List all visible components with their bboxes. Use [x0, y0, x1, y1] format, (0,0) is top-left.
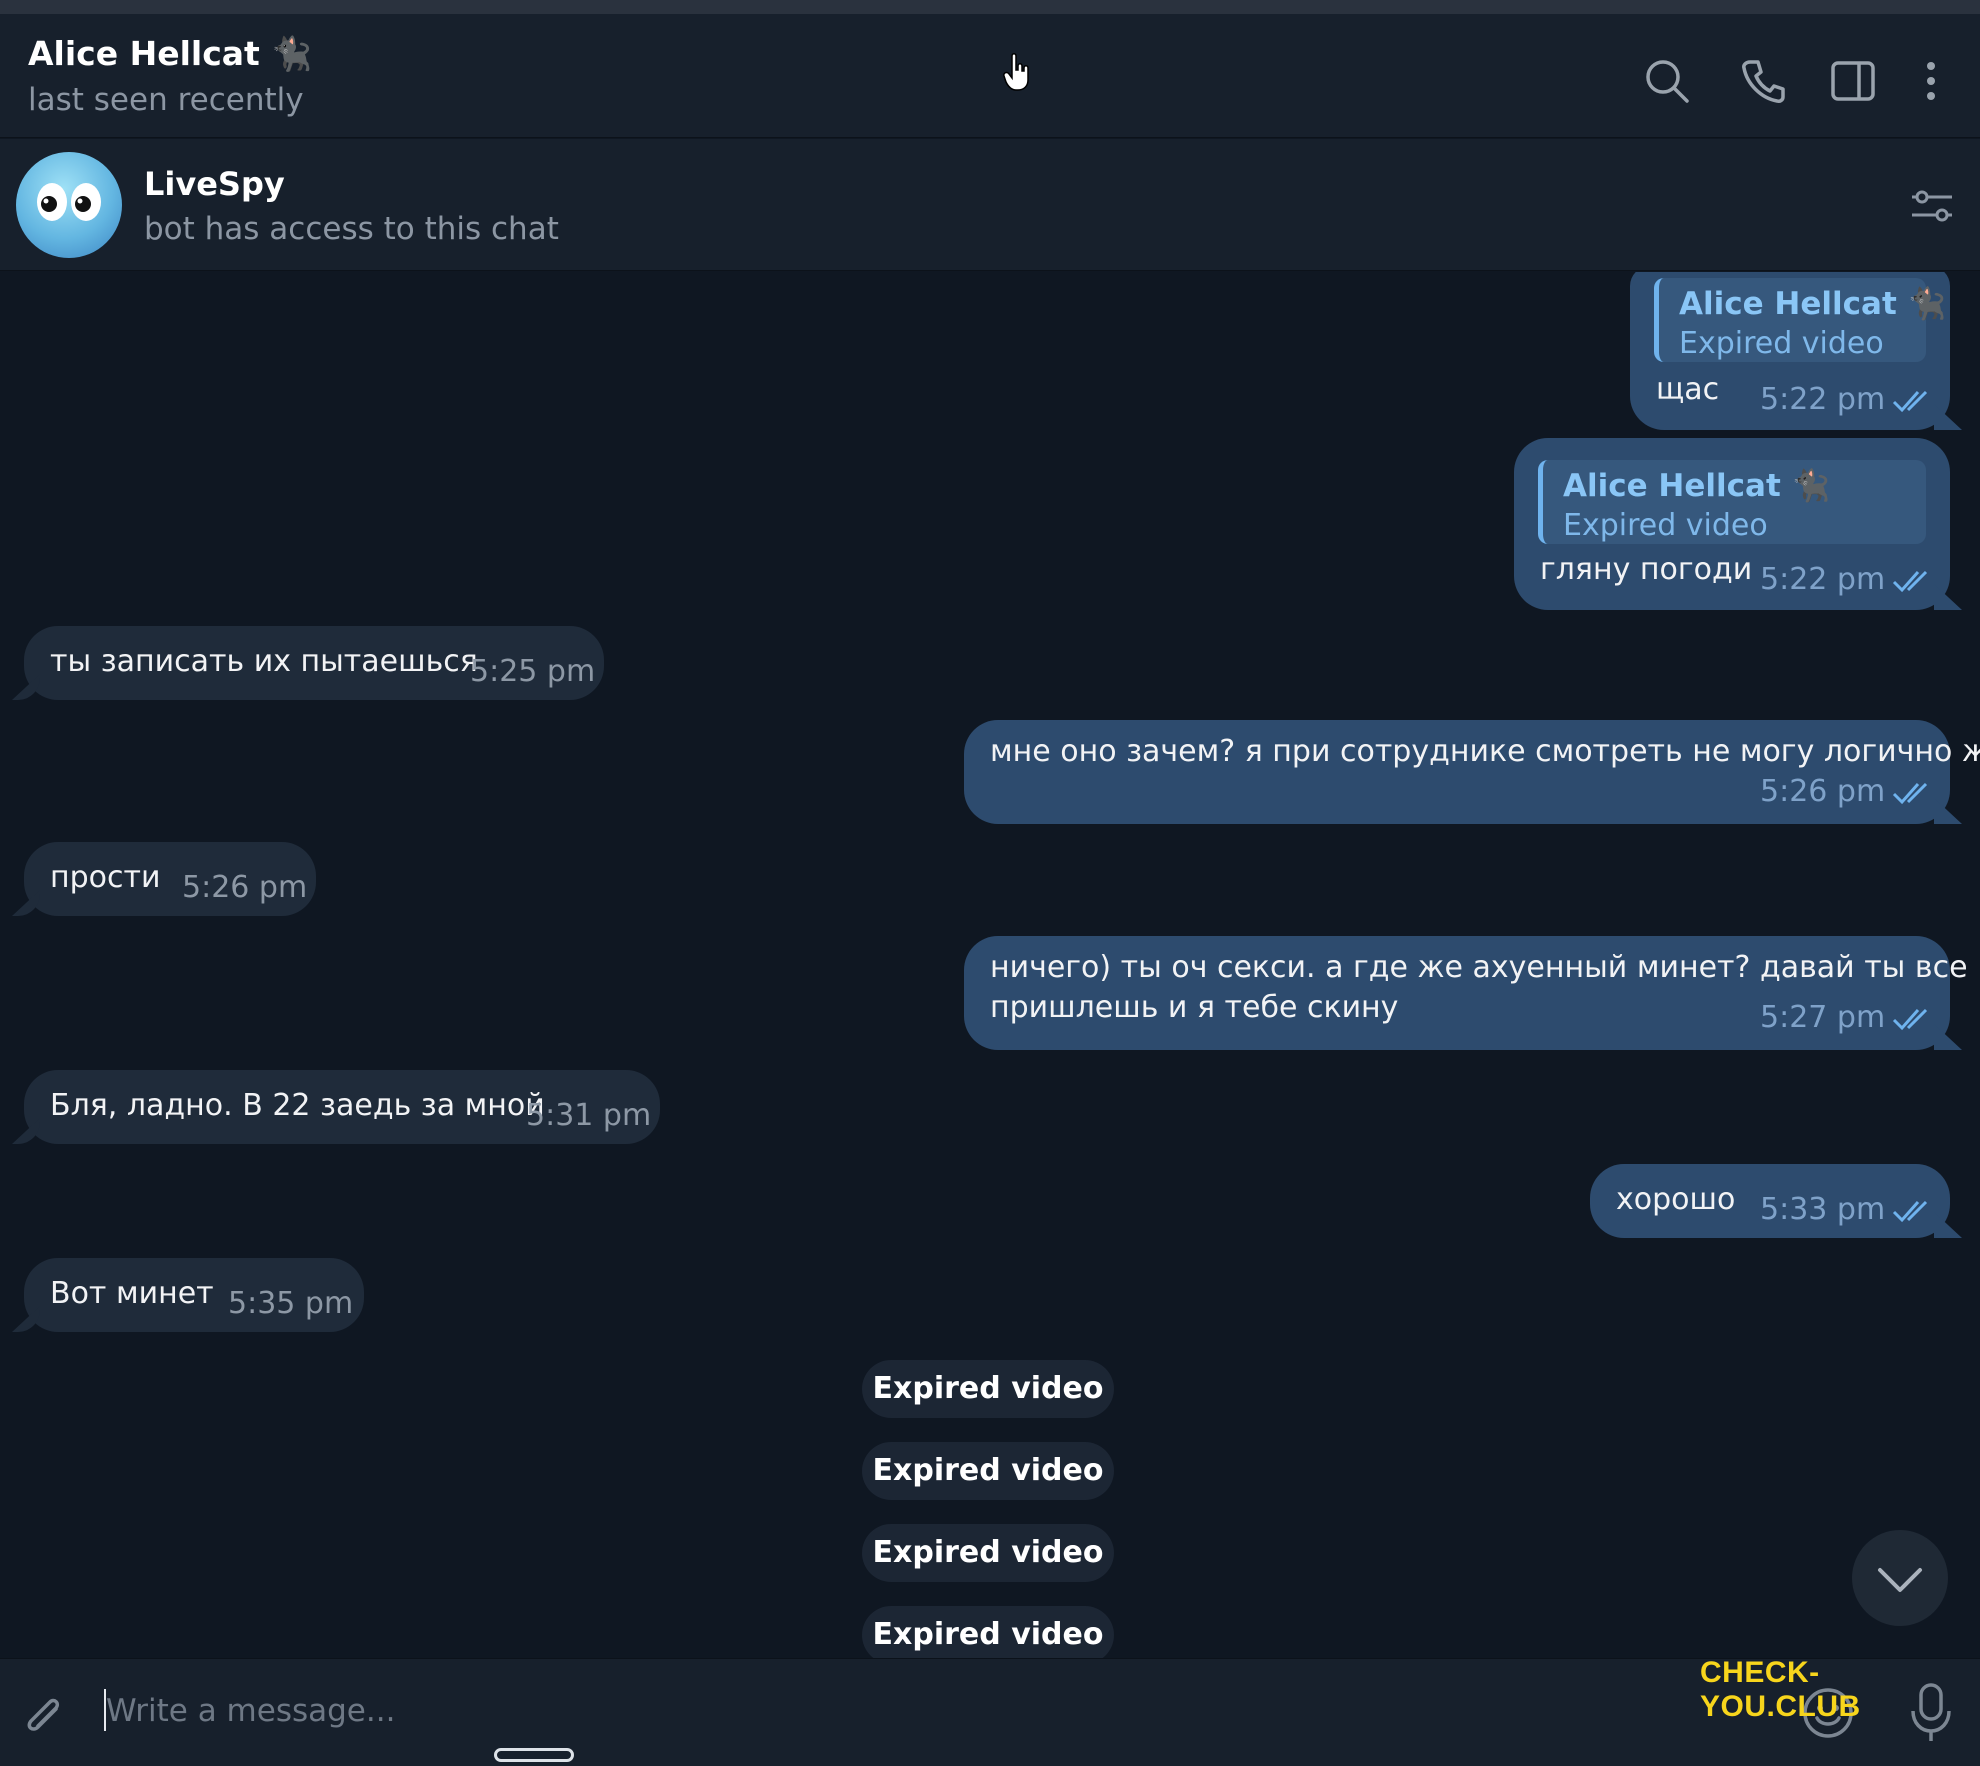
bot-access-bar[interactable]: LiveSpy bot has access to this chat: [0, 139, 1980, 271]
reply-quote[interactable]: Alice Hellcat 🐈‍⬛ Expired video: [1538, 460, 1926, 544]
message-time: 5:35 pm: [228, 1286, 354, 1321]
double-check-icon: [1892, 1008, 1928, 1031]
service-message-expired-video[interactable]: Expired video: [862, 1442, 1114, 1500]
reply-text: Expired video: [1563, 508, 1768, 543]
more-icon[interactable]: [1904, 54, 1958, 108]
message-text: прости: [50, 860, 161, 895]
message-text: ты записать их пытаешься: [50, 644, 478, 679]
message-incoming[interactable]: Бля, ладно. В 22 заедь за мной 5:31 pm: [24, 1070, 660, 1144]
message-outgoing[interactable]: хорошо 5:33 pm: [1590, 1164, 1950, 1238]
message-text: Бля, ладно. В 22 заедь за мной: [50, 1088, 545, 1123]
message-incoming[interactable]: ты записать их пытаешься 5:25 pm: [24, 626, 604, 700]
message-text-line-1: ничего) ты оч секси. а где же ахуенный м…: [990, 950, 1968, 985]
message-outgoing[interactable]: мне оно зачем? я при сотруднике смотреть…: [964, 720, 1980, 824]
message-text-line-2: пришлешь и я тебе скину: [990, 990, 1399, 1025]
message-text: гляну погоди: [1540, 552, 1753, 587]
hand-cursor-icon: [1002, 52, 1032, 92]
attach-icon[interactable]: [18, 1687, 68, 1743]
chat-header[interactable]: Alice Hellcat 🐈‍⬛ last seen recently: [0, 14, 1980, 138]
service-message-expired-video[interactable]: Expired video: [862, 1360, 1114, 1418]
chevron-down-icon: [1878, 1568, 1922, 1592]
double-check-icon: [1892, 390, 1928, 413]
message-time: 5:26 pm: [182, 870, 308, 905]
message-time: 5:22 pm: [1760, 382, 1886, 417]
message-incoming[interactable]: прости 5:26 pm: [24, 842, 316, 916]
phone-icon[interactable]: [1736, 54, 1790, 108]
reply-text: Expired video: [1679, 326, 1884, 361]
message-text: мне оно зачем? я при сотруднике смотреть…: [990, 734, 1980, 769]
message-text: щас: [1656, 372, 1720, 407]
message-text: хорошо: [1616, 1182, 1736, 1217]
reply-quote[interactable]: Alice Hellcat 🐈‍⬛ Expired video: [1654, 278, 1946, 362]
message-text: Вот минет: [50, 1276, 214, 1311]
message-time: 5:33 pm: [1760, 1192, 1886, 1227]
message-input[interactable]: [106, 1681, 1706, 1741]
service-message-expired-video[interactable]: Expired video: [862, 1606, 1114, 1658]
search-icon[interactable]: [1640, 54, 1694, 108]
message-time: 5:26 pm: [1760, 774, 1886, 809]
double-check-icon: [1892, 782, 1928, 805]
message-outgoing[interactable]: Alice Hellcat 🐈‍⬛ Expired video гляну по…: [1514, 438, 1950, 610]
double-check-icon: [1892, 1200, 1928, 1223]
bot-avatar[interactable]: [16, 152, 122, 258]
reply-author: Alice Hellcat 🐈‍⬛: [1563, 468, 1831, 504]
message-time: 5:27 pm: [1760, 1000, 1886, 1035]
message-incoming[interactable]: Вот минет 5:35 pm: [24, 1258, 364, 1332]
window-top-strip: [0, 0, 1980, 14]
double-check-icon: [1892, 570, 1928, 593]
chat-status: last seen recently: [28, 82, 304, 118]
scroll-to-bottom-button[interactable]: [1852, 1530, 1948, 1626]
chat-title[interactable]: Alice Hellcat 🐈‍⬛: [28, 34, 312, 74]
service-message-expired-video[interactable]: Expired video: [862, 1524, 1114, 1582]
watermark-text: CHECK-YOU.CLUB: [1700, 1656, 1861, 1723]
resize-handle[interactable]: [494, 1748, 574, 1762]
reply-author: Alice Hellcat 🐈‍⬛: [1679, 286, 1947, 322]
message-outgoing[interactable]: ничего) ты оч секси. а где же ахуенный м…: [964, 936, 1968, 1050]
message-time: 5:25 pm: [470, 654, 596, 689]
sidebar-toggle-icon[interactable]: [1826, 54, 1880, 108]
message-time: 5:22 pm: [1760, 562, 1886, 597]
message-outgoing[interactable]: Alice Hellcat 🐈‍⬛ Expired video щас 5:22…: [1630, 272, 1950, 430]
message-composer[interactable]: [0, 1658, 1980, 1766]
message-list[interactable]: Alice Hellcat 🐈‍⬛ Expired video щас 5:22…: [0, 272, 1980, 1658]
message-time: 5:31 pm: [526, 1098, 652, 1133]
bot-subtitle: bot has access to this chat: [144, 211, 559, 247]
bot-name[interactable]: LiveSpy: [144, 165, 285, 203]
bot-settings-icon[interactable]: [1908, 183, 1956, 231]
